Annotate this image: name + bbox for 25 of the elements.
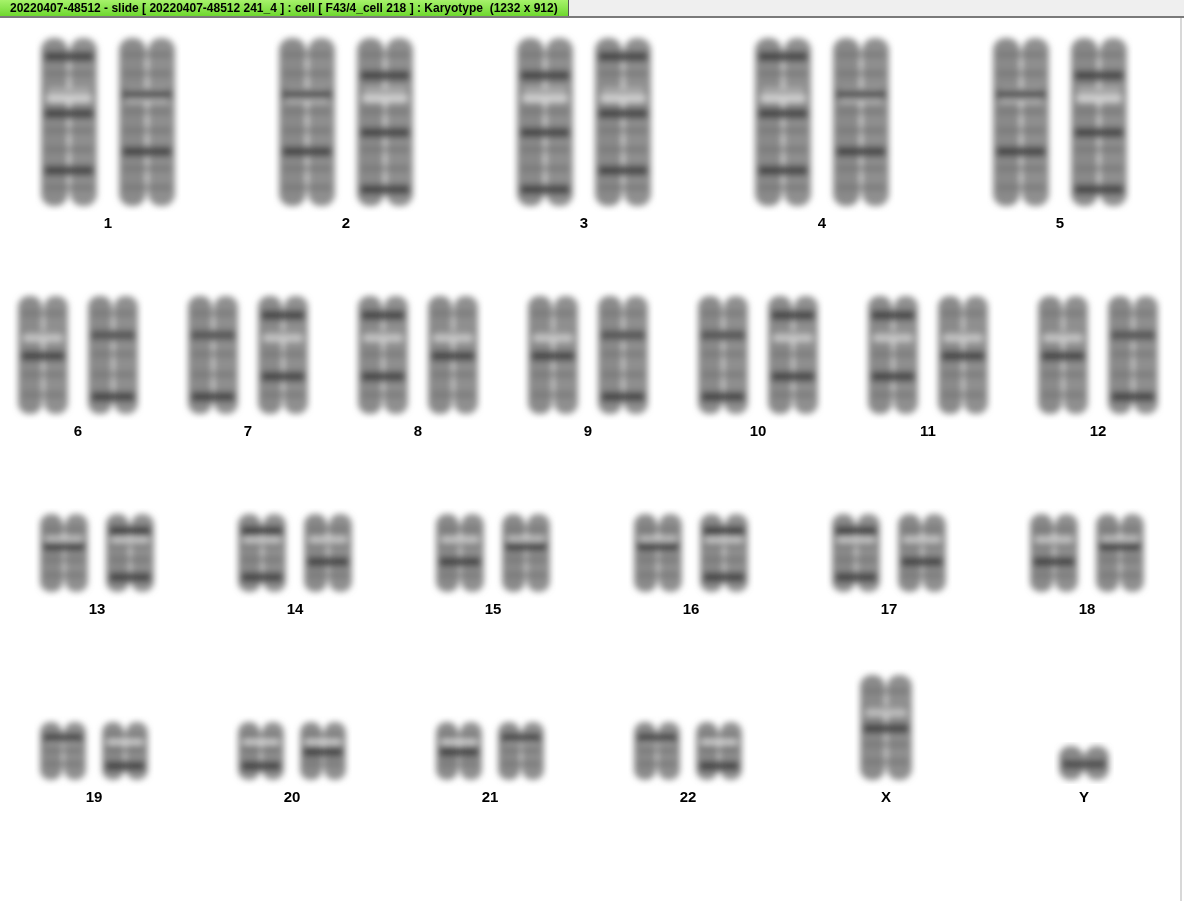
window-tab[interactable]: 20220407-48512 - slide [ 20220407-48512 241_4 ] : cell [ F43/4_cell 218 ] : Karyotype (1232 x 912) <box>0 0 569 16</box>
chromosome-label: 6 <box>73 422 83 440</box>
chromosome-label: 17 <box>880 600 898 618</box>
chromosome-label: 1 <box>103 214 113 232</box>
chromosome-label: 11 <box>920 422 936 440</box>
chromosome-label: 20 <box>283 788 301 806</box>
chromosome-label: 5 <box>1055 214 1065 232</box>
chromosome-label: 3 <box>579 214 589 232</box>
chromosome-label: 19 <box>85 788 103 806</box>
chromosome-label: 15 <box>484 600 502 618</box>
chromosome-label: 7 <box>243 422 253 440</box>
chromosome-label: 2 <box>341 214 351 232</box>
chromosome-label: X <box>881 788 891 806</box>
chromosome-label: 21 <box>481 788 499 806</box>
chromosome-label: Y <box>1079 788 1089 806</box>
chromosome-label: 10 <box>749 422 767 440</box>
chromosome-label: 14 <box>286 600 304 618</box>
chromosome-label: 9 <box>583 422 593 440</box>
chromosome-label: 13 <box>88 600 106 618</box>
chromosome-label: 16 <box>682 600 700 618</box>
chromosome-label: 12 <box>1089 422 1107 440</box>
chromosome-label: 8 <box>413 422 423 440</box>
chromosome-label: 4 <box>817 214 827 232</box>
chromosome-label: 22 <box>679 788 697 806</box>
chromosome-label: 18 <box>1078 600 1096 618</box>
